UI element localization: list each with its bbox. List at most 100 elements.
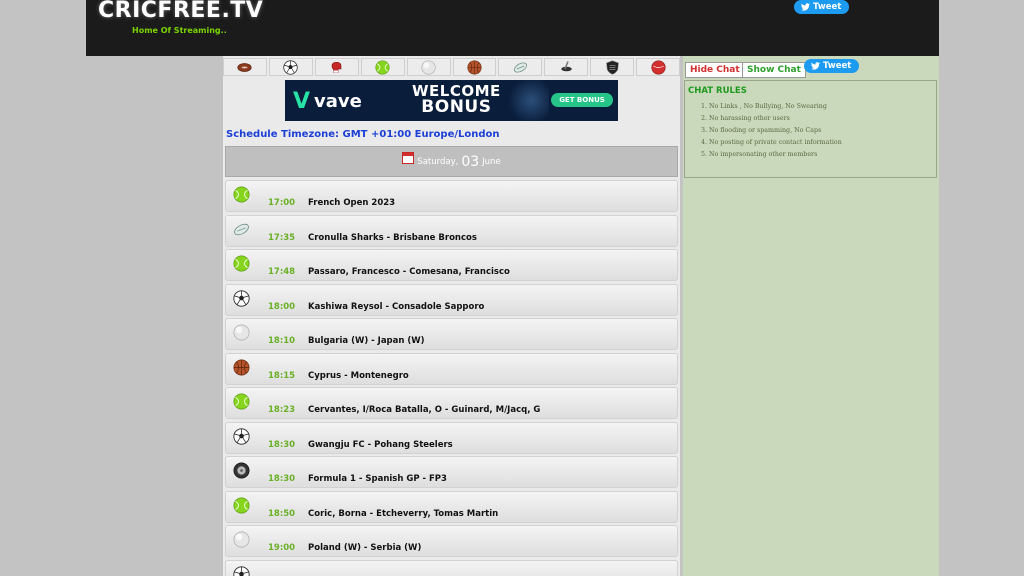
site-logo[interactable]: CRICFREE.TV — [98, 0, 263, 23]
event-time: 18:10 — [268, 336, 296, 346]
event-title[interactable]: Cyprus - Montenegro — [308, 371, 409, 381]
date-month: June — [482, 156, 501, 167]
date-day: 03 — [461, 153, 480, 170]
site-tagline: Home Of Streaming.. — [132, 26, 227, 35]
event-row[interactable]: 17:00 French Open 2023 — [225, 180, 678, 212]
event-time: 18:50 — [268, 508, 296, 519]
nhl-icon — [605, 59, 620, 75]
twitter-bird-icon — [801, 3, 810, 11]
event-time: 18:30 — [268, 439, 296, 450]
volleyball-icon — [421, 59, 436, 75]
event-title[interactable]: Coric, Borna - Etcheverry, Tomas Martin — [308, 509, 498, 519]
promo-banner[interactable]: V vave WELCOME BONUS GET BONUS — [285, 80, 618, 121]
event-row[interactable]: 18:15 Cyprus - Montenegro — [225, 352, 678, 385]
rugby-icon — [233, 221, 250, 238]
event-row[interactable]: 18:23 Cervantes, I/Roca Batalla, O - Guin… — [225, 387, 678, 419]
chat-rules: CHAT RULES No Links , No Bullying, No Sw… — [684, 80, 937, 178]
event-title[interactable]: Cronulla Sharks - Brisbane Broncos — [308, 233, 477, 243]
sports-tab-american-football[interactable] — [223, 58, 267, 76]
twitter-bird-icon — [811, 62, 820, 70]
sports-tab-boxing[interactable] — [314, 58, 359, 76]
event-time: 18:23 — [268, 405, 296, 415]
soccer-icon — [283, 59, 298, 75]
chat-rules-list: No Links , No Bullying, No Swearing No ha… — [691, 103, 842, 163]
sports-tab-basketball[interactable] — [452, 58, 497, 76]
calendar-icon — [402, 151, 415, 164]
banner-player-image — [505, 80, 549, 121]
event-row[interactable]: 17:35 Cronulla Sharks - Brisbane Broncos — [225, 214, 678, 247]
sports-tab-soccer[interactable] — [268, 58, 313, 76]
event-title[interactable]: Gwangju FC - Pohang Steelers — [308, 440, 453, 450]
american-football-icon — [237, 60, 253, 75]
wheel-icon — [233, 462, 250, 479]
event-row[interactable]: 19:00 Poland (W) - Serbia (W) — [225, 525, 678, 557]
tennis-icon — [233, 393, 250, 410]
event-title[interactable]: French Open 2023 — [308, 198, 395, 208]
soccer-icon — [233, 289, 250, 307]
sports-tab-volleyball[interactable] — [406, 58, 451, 76]
sports-tab-hockey[interactable] — [544, 58, 589, 76]
schedule-panel: V vave WELCOME BONUS GET BONUS Schedule … — [223, 56, 680, 576]
rugby-icon — [513, 60, 528, 75]
show-chat-button[interactable]: Show Chat — [742, 62, 806, 78]
event-title[interactable]: Cervantes, I/Roca Batalla, O - Guinard, … — [308, 405, 540, 415]
hide-chat-button[interactable]: Hide Chat — [685, 62, 745, 78]
tweet-label: Tweet — [823, 61, 852, 71]
chat-rule-item: No posting of private contact informatio… — [709, 139, 842, 146]
event-time: 18:15 — [268, 370, 296, 381]
tennis-icon — [233, 186, 250, 203]
volleyball-icon — [233, 531, 250, 548]
event-row[interactable]: 17:48 Passaro, Francesco - Comesana, Fran… — [225, 249, 678, 281]
tennis-icon — [233, 497, 250, 514]
banner-title: WELCOME BONUS — [412, 82, 501, 117]
event-title[interactable]: Kashiwa Reysol - Consadole Sapporo — [308, 302, 484, 312]
chat-sidebar: Hide Chat Show Chat Tweet CHAT RULES No … — [683, 56, 939, 576]
event-title[interactable]: Bulgaria (W) - Japan (W) — [308, 336, 425, 346]
event-title[interactable]: Poland (W) - Serbia (W) — [308, 543, 421, 553]
chat-rule-item: No impersonating other members — [709, 151, 842, 158]
event-row[interactable] — [225, 559, 678, 576]
event-title[interactable]: Formula 1 - Spanish GP - FP3 — [308, 474, 447, 484]
sports-tab-rugby[interactable] — [498, 58, 543, 76]
tweet-label: Tweet — [813, 2, 842, 12]
event-row[interactable]: 18:30 Formula 1 - Spanish GP - FP3 — [225, 456, 678, 488]
event-time: 17:48 — [268, 267, 296, 277]
schedule-timezone[interactable]: Schedule Timezone: GMT +01:00 Europe/Lon… — [226, 129, 500, 140]
vave-logo-icon: V — [293, 89, 311, 114]
chat-rules-title: CHAT RULES — [688, 86, 747, 96]
chat-rule-item: No Links , No Bullying, No Swearing — [709, 103, 842, 110]
event-title[interactable]: Passaro, Francesco - Comesana, Francisco — [308, 267, 510, 277]
date-weekday: Saturday, — [417, 156, 459, 167]
hockey-icon — [559, 60, 574, 75]
event-time: 18:30 — [268, 474, 296, 484]
basketball-icon — [233, 359, 250, 376]
schedule-date: Saturday, 03 June — [225, 146, 678, 177]
event-row[interactable]: 18:30 Gwangju FC - Pohang Steelers — [225, 421, 678, 454]
banner-brand: V vave — [293, 89, 362, 114]
chat-rule-item: No harassing other users — [709, 115, 842, 122]
sports-tab-tennis[interactable] — [360, 58, 405, 76]
tennis-icon — [375, 59, 390, 75]
sports-tab-nhl[interactable] — [590, 58, 635, 76]
get-bonus-button[interactable]: GET BONUS — [551, 93, 613, 107]
event-list: 17:00 French Open 2023 17:35 Cronulla Shark… — [225, 180, 678, 576]
soccer-icon — [233, 427, 250, 445]
event-row[interactable]: 18:50 Coric, Borna - Etcheverry, Tomas Ma… — [225, 490, 678, 523]
sidebar-tweet-button[interactable]: Tweet — [804, 59, 860, 73]
soccer-icon — [233, 565, 250, 576]
event-time: 17:35 — [268, 232, 296, 243]
event-row[interactable]: 18:10 Bulgaria (W) - Japan (W) — [225, 318, 678, 350]
sports-tab-cricket[interactable] — [636, 58, 680, 76]
cricket-icon — [651, 59, 666, 75]
event-time: 18:00 — [268, 301, 296, 312]
basketball-icon — [467, 59, 482, 75]
site-header: CRICFREE.TV Home Of Streaming.. Tweet — [86, 0, 939, 56]
volleyball-icon — [233, 324, 250, 341]
chat-rule-item: No flooding or spamming, No Caps — [709, 127, 842, 134]
boxing-icon — [329, 60, 344, 75]
tennis-icon — [233, 255, 250, 272]
tweet-button[interactable]: Tweet — [794, 0, 850, 14]
event-time: 17:00 — [268, 198, 296, 208]
event-time: 19:00 — [268, 543, 296, 553]
event-row[interactable]: 18:00 Kashiwa Reysol - Consadole Sapporo — [225, 283, 678, 316]
